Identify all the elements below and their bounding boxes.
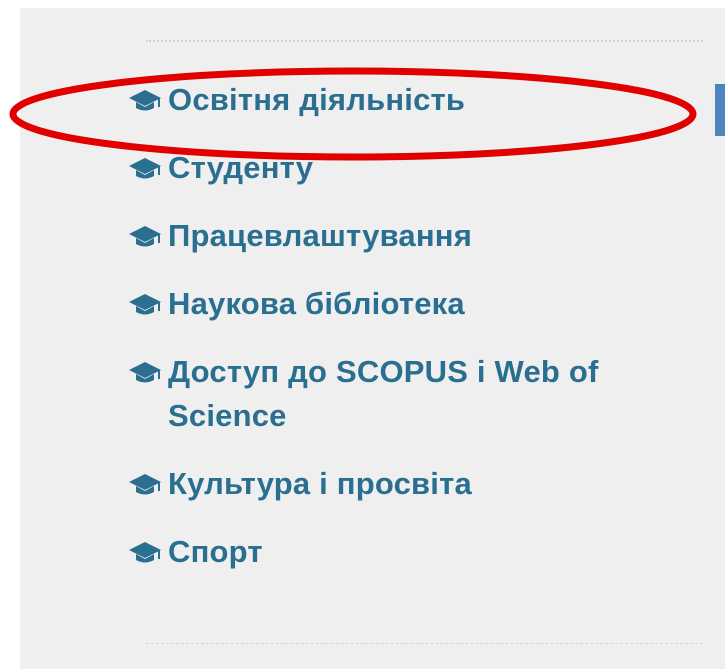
page: Освітня діяльність Студенту Працевлаштув… [0,0,725,669]
menu-item-students[interactable]: Студенту [128,146,688,190]
graduation-cap-icon [128,146,168,190]
menu-item-culture[interactable]: Культура і просвіта [128,462,688,506]
menu-item-label[interactable]: Культура і просвіта [168,462,688,506]
bottom-divider [146,643,703,644]
menu-item-label[interactable]: Освітня діяльність [168,78,688,122]
graduation-cap-icon [128,462,168,506]
graduation-cap-icon [128,530,168,574]
side-tab[interactable] [715,84,725,136]
menu-item-scopus-wos[interactable]: Доступ до SCOPUS і Web of Science [128,350,688,438]
graduation-cap-icon [128,78,168,122]
graduation-cap-icon [128,214,168,258]
menu-item-education[interactable]: Освітня діяльність [128,78,688,122]
menu-item-label[interactable]: Працевлаштування [168,214,688,258]
menu-item-sport[interactable]: Спорт [128,530,688,574]
top-divider [146,40,703,42]
menu-item-label[interactable]: Доступ до SCOPUS і Web of Science [168,350,688,438]
menu-item-label[interactable]: Студенту [168,146,688,190]
sidebar-menu: Освітня діяльність Студенту Працевлаштув… [128,78,688,598]
menu-item-label[interactable]: Спорт [168,530,688,574]
menu-item-employment[interactable]: Працевлаштування [128,214,688,258]
graduation-cap-icon [128,282,168,326]
menu-item-library[interactable]: Наукова бібліотека [128,282,688,326]
graduation-cap-icon [128,350,168,394]
menu-item-label[interactable]: Наукова бібліотека [168,282,688,326]
